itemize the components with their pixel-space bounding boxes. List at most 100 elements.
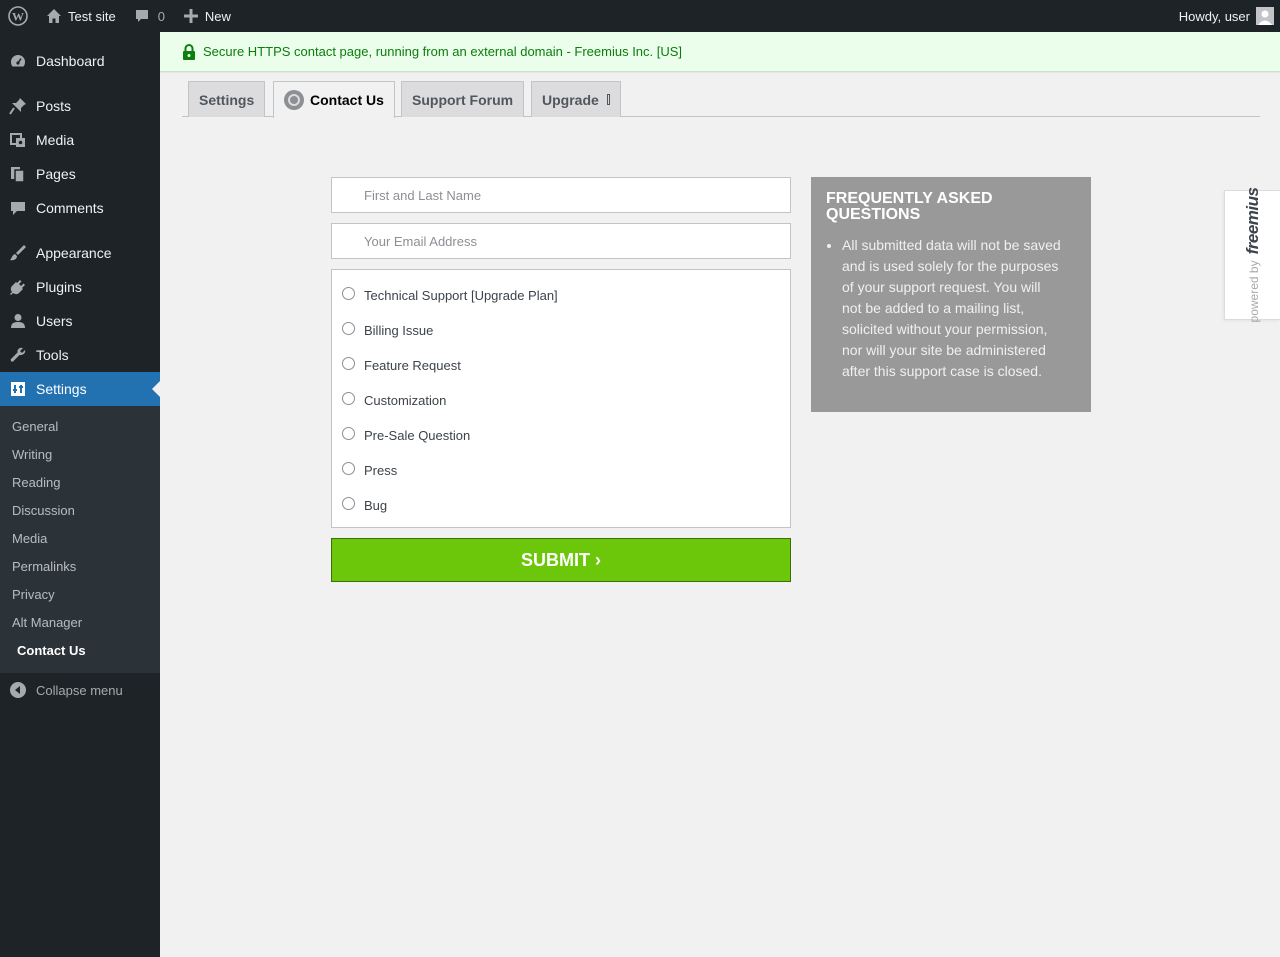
radio-bug[interactable]: Bug	[342, 488, 790, 523]
faq-panel: FREQUENTLY ASKED QUESTIONS All submitted…	[811, 177, 1091, 412]
tab-support-forum[interactable]: Support Forum	[401, 81, 525, 117]
submenu-contact-us[interactable]: Contact Us	[0, 637, 160, 665]
nav-tabs: Settings Contact Us Support Forum Upgrad…	[182, 81, 1260, 118]
submenu-privacy[interactable]: Privacy	[0, 581, 160, 609]
avatar	[1256, 7, 1274, 25]
submenu-alt-manager[interactable]: Alt Manager	[0, 609, 160, 637]
tab-upgrade-label: Upgrade	[542, 91, 599, 108]
menu-comments-label: Comments	[36, 200, 104, 216]
menu-appearance-label: Appearance	[36, 245, 112, 261]
plus-icon	[181, 6, 201, 26]
comment-icon	[0, 199, 36, 217]
name-field[interactable]: First and Last Name	[331, 177, 791, 213]
radio-label: Feature Request	[364, 358, 461, 373]
collapse-menu-button[interactable]: Collapse menu	[0, 673, 160, 707]
email-field[interactable]: Your Email Address	[331, 223, 791, 259]
radio-technical-support[interactable]: Technical Support [Upgrade Plan]	[342, 278, 790, 313]
radio-label: Press	[364, 463, 398, 478]
menu-tools[interactable]: Tools	[0, 338, 160, 372]
settings-icon	[0, 380, 36, 398]
submenu-permalinks[interactable]: Permalinks	[0, 553, 160, 581]
radio-billing-issue[interactable]: Billing Issue	[342, 313, 790, 348]
tab-settings[interactable]: Settings	[188, 81, 266, 117]
radio-label: Bug	[364, 498, 388, 513]
main-content: Secure HTTPS contact page, running from …	[160, 32, 1280, 957]
plug-icon	[0, 278, 36, 296]
radio-pre-sale-question[interactable]: Pre-Sale Question	[342, 418, 790, 453]
powered-by-content: powered by freemius	[1243, 188, 1263, 323]
home-icon	[44, 6, 64, 26]
menu-dashboard[interactable]: Dashboard	[0, 44, 160, 78]
radio-customization[interactable]: Customization	[342, 383, 790, 418]
request-type-group: Technical Support [Upgrade Plan] Billing…	[331, 269, 791, 528]
my-account-link[interactable]: Howdy, user	[1171, 0, 1280, 32]
menu-posts[interactable]: Posts	[0, 89, 160, 123]
radio-button[interactable]	[342, 287, 355, 300]
secure-notice: Secure HTTPS contact page, running from …	[160, 32, 1280, 72]
submenu-discussion[interactable]: Discussion	[0, 497, 160, 525]
site-name: Test site	[68, 8, 116, 24]
menu-plugins-label: Plugins	[36, 279, 82, 295]
menu-users[interactable]: Users	[0, 304, 160, 338]
pushpin-icon	[0, 97, 36, 115]
radio-button[interactable]	[342, 427, 355, 440]
faq-list: All submitted data will not be saved and…	[826, 235, 1076, 382]
submenu-media[interactable]: Media	[0, 525, 160, 553]
submenu-general[interactable]: General	[0, 413, 160, 441]
menu-users-label: Users	[36, 313, 73, 329]
howdy-text: Howdy, user	[1178, 8, 1250, 24]
secure-notice-text: Secure HTTPS contact page, running from …	[203, 44, 683, 59]
comments-link[interactable]: 0	[124, 0, 173, 32]
menu-settings-label: Settings	[36, 381, 87, 397]
collapse-menu-label: Collapse menu	[36, 682, 123, 698]
menu-dashboard-label: Dashboard	[36, 53, 105, 69]
menu-plugins[interactable]: Plugins	[0, 270, 160, 304]
new-content-link[interactable]: New	[173, 0, 239, 32]
submenu-writing[interactable]: Writing	[0, 441, 160, 469]
menu-pages[interactable]: Pages	[0, 157, 160, 191]
radio-button[interactable]	[342, 462, 355, 475]
powered-by-text: powered by	[1246, 260, 1261, 323]
lock-icon	[182, 43, 196, 60]
tab-contact-us-label: Contact Us	[310, 92, 384, 108]
submenu-reading[interactable]: Reading	[0, 469, 160, 497]
dashboard-icon	[0, 52, 36, 70]
menu-media-label: Media	[36, 132, 75, 148]
wrench-icon	[0, 346, 36, 364]
email-placeholder: Your Email Address	[364, 233, 477, 249]
radio-press[interactable]: Press	[342, 453, 790, 488]
new-label: New	[204, 8, 231, 24]
menu-settings[interactable]: Settings	[0, 372, 160, 406]
comments-count: 0	[157, 8, 165, 24]
faq-item: All submitted data will not be saved and…	[842, 235, 1076, 382]
user-icon	[0, 312, 36, 330]
menu-comments[interactable]: Comments	[0, 191, 160, 225]
tab-settings-label: Settings	[199, 91, 255, 108]
pages-icon	[0, 165, 36, 183]
admin-bar: W Test site 0 New Howdy, user	[0, 0, 1280, 32]
settings-submenu: General Writing Reading Discussion Media…	[0, 406, 160, 673]
powered-by-freemius-badge[interactable]: powered by freemius	[1224, 188, 1280, 323]
contact-form: First and Last Name Your Email Address T…	[331, 177, 791, 582]
radio-button[interactable]	[342, 357, 355, 370]
media-icon	[0, 131, 36, 149]
tab-contact-us[interactable]: Contact Us	[273, 81, 395, 118]
radio-label: Billing Issue	[364, 323, 434, 338]
submit-button[interactable]: SUBMIT ›	[331, 538, 791, 582]
name-placeholder: First and Last Name	[364, 187, 482, 203]
tab-upgrade[interactable]: Upgrade	[531, 81, 621, 117]
radio-feature-request[interactable]: Feature Request	[342, 348, 790, 383]
menu-appearance[interactable]: Appearance	[0, 236, 160, 270]
radio-button[interactable]	[342, 392, 355, 405]
menu-media[interactable]: Media	[0, 123, 160, 157]
comment-icon	[132, 6, 152, 26]
radio-label: Pre-Sale Question	[364, 428, 471, 443]
menu-pages-label: Pages	[36, 166, 76, 182]
site-name-link[interactable]: Test site	[36, 0, 124, 32]
radio-button[interactable]	[342, 322, 355, 335]
admin-sidebar: Dashboard Posts Media Pages Comments App…	[0, 32, 160, 957]
collapse-arrow-icon	[0, 681, 36, 699]
radio-button[interactable]	[342, 497, 355, 510]
brush-icon	[0, 244, 36, 262]
wordpress-logo-icon[interactable]: W	[0, 0, 36, 32]
